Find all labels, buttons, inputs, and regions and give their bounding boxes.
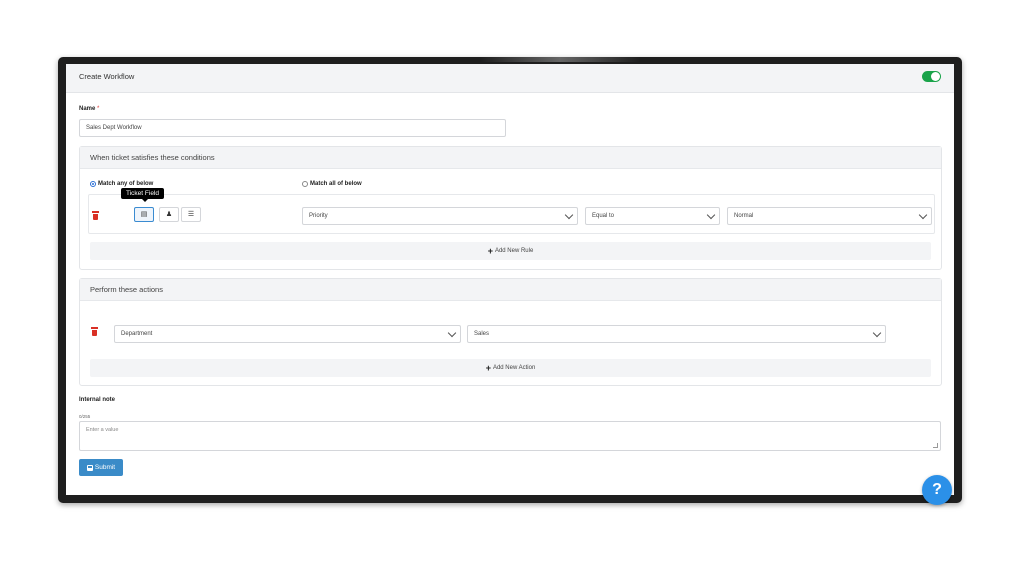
internal-note-label: Internal note: [79, 397, 116, 403]
add-action-label: Add New Action: [492, 365, 536, 371]
submit-label: Submit: [94, 464, 116, 471]
window-title: Create Workflow: [79, 72, 135, 81]
create-workflow-window: Create Workflow Name * Sales Dept Workfl…: [66, 64, 954, 495]
action-field-select[interactable]: Department: [114, 325, 461, 343]
internal-note-placeholder: Enter a value: [86, 427, 119, 433]
match-any-label: Match any of below: [98, 181, 154, 187]
submit-button[interactable]: Submit: [79, 459, 123, 476]
match-all-label: Match all of below: [310, 181, 362, 187]
char-counter: 0/255: [79, 414, 91, 419]
name-label-text: Name: [79, 106, 96, 112]
add-rule-label: Add New Rule: [494, 248, 534, 254]
delete-action-trash-icon[interactable]: [91, 327, 98, 336]
action-field-value: Department: [121, 331, 153, 337]
chevron-down-icon: [918, 210, 928, 220]
add-new-rule-button[interactable]: + Add New Rule: [90, 242, 931, 260]
chevron-down-icon: [447, 328, 457, 338]
delete-rule-trash-icon[interactable]: [92, 211, 99, 220]
rule-operator-select[interactable]: Equal to: [585, 207, 720, 225]
name-label: Name *: [79, 106, 99, 112]
save-disk-icon: [86, 464, 93, 471]
rule-value-value: Normal: [734, 213, 754, 219]
frame-glare: [480, 57, 640, 62]
match-all-radio[interactable]: [302, 181, 308, 187]
internal-note-textarea[interactable]: Enter a value: [79, 421, 941, 451]
rule-field-value: Priority: [309, 213, 328, 219]
resize-handle[interactable]: [933, 443, 938, 448]
rule-field-select[interactable]: Priority: [302, 207, 578, 225]
ticket-field-tooltip: Ticket Field: [121, 188, 164, 202]
list-icon: ☰: [187, 211, 195, 218]
help-button[interactable]: ?: [922, 475, 952, 505]
action-value-select[interactable]: Sales: [467, 325, 886, 343]
chevron-down-icon: [564, 210, 574, 220]
conditions-panel: When ticket satisfies these conditions M…: [79, 146, 942, 270]
required-mark: *: [97, 106, 100, 112]
match-all-option[interactable]: Match all of below: [302, 181, 362, 187]
ticket-field-type-button[interactable]: ▤: [134, 207, 154, 222]
rule-value-select[interactable]: Normal: [727, 207, 932, 225]
plus-icon: +: [485, 362, 491, 373]
actions-panel-header: Perform these actions: [80, 279, 941, 301]
match-any-option[interactable]: Match any of below: [90, 181, 153, 187]
action-value-value: Sales: [474, 331, 490, 337]
plus-icon: +: [487, 245, 493, 256]
user-field-type-button[interactable]: ♟: [159, 207, 179, 222]
chevron-down-icon: [872, 328, 882, 338]
match-any-radio[interactable]: [90, 181, 96, 187]
actions-title: Perform these actions: [90, 285, 163, 294]
add-new-action-button[interactable]: + Add New Action: [90, 359, 931, 377]
conditions-title: When ticket satisfies these conditions: [90, 153, 215, 162]
chevron-down-icon: [706, 210, 716, 220]
workflow-active-toggle[interactable]: [922, 71, 941, 82]
user-icon: ♟: [165, 211, 173, 218]
rule-operator-value: Equal to: [592, 213, 615, 219]
actions-panel: Perform these actions Department Sales +…: [79, 278, 942, 386]
list-field-type-button[interactable]: ☰: [181, 207, 201, 222]
condition-rule-row: ▤ ♟ ☰ Priority Equal to Normal: [88, 194, 935, 234]
ticket-card-icon: ▤: [140, 211, 148, 218]
conditions-panel-header: When ticket satisfies these conditions: [80, 147, 941, 169]
toggle-knob: [931, 72, 940, 81]
window-header: Create Workflow: [66, 64, 954, 93]
name-input[interactable]: Sales Dept Workflow: [79, 119, 506, 137]
